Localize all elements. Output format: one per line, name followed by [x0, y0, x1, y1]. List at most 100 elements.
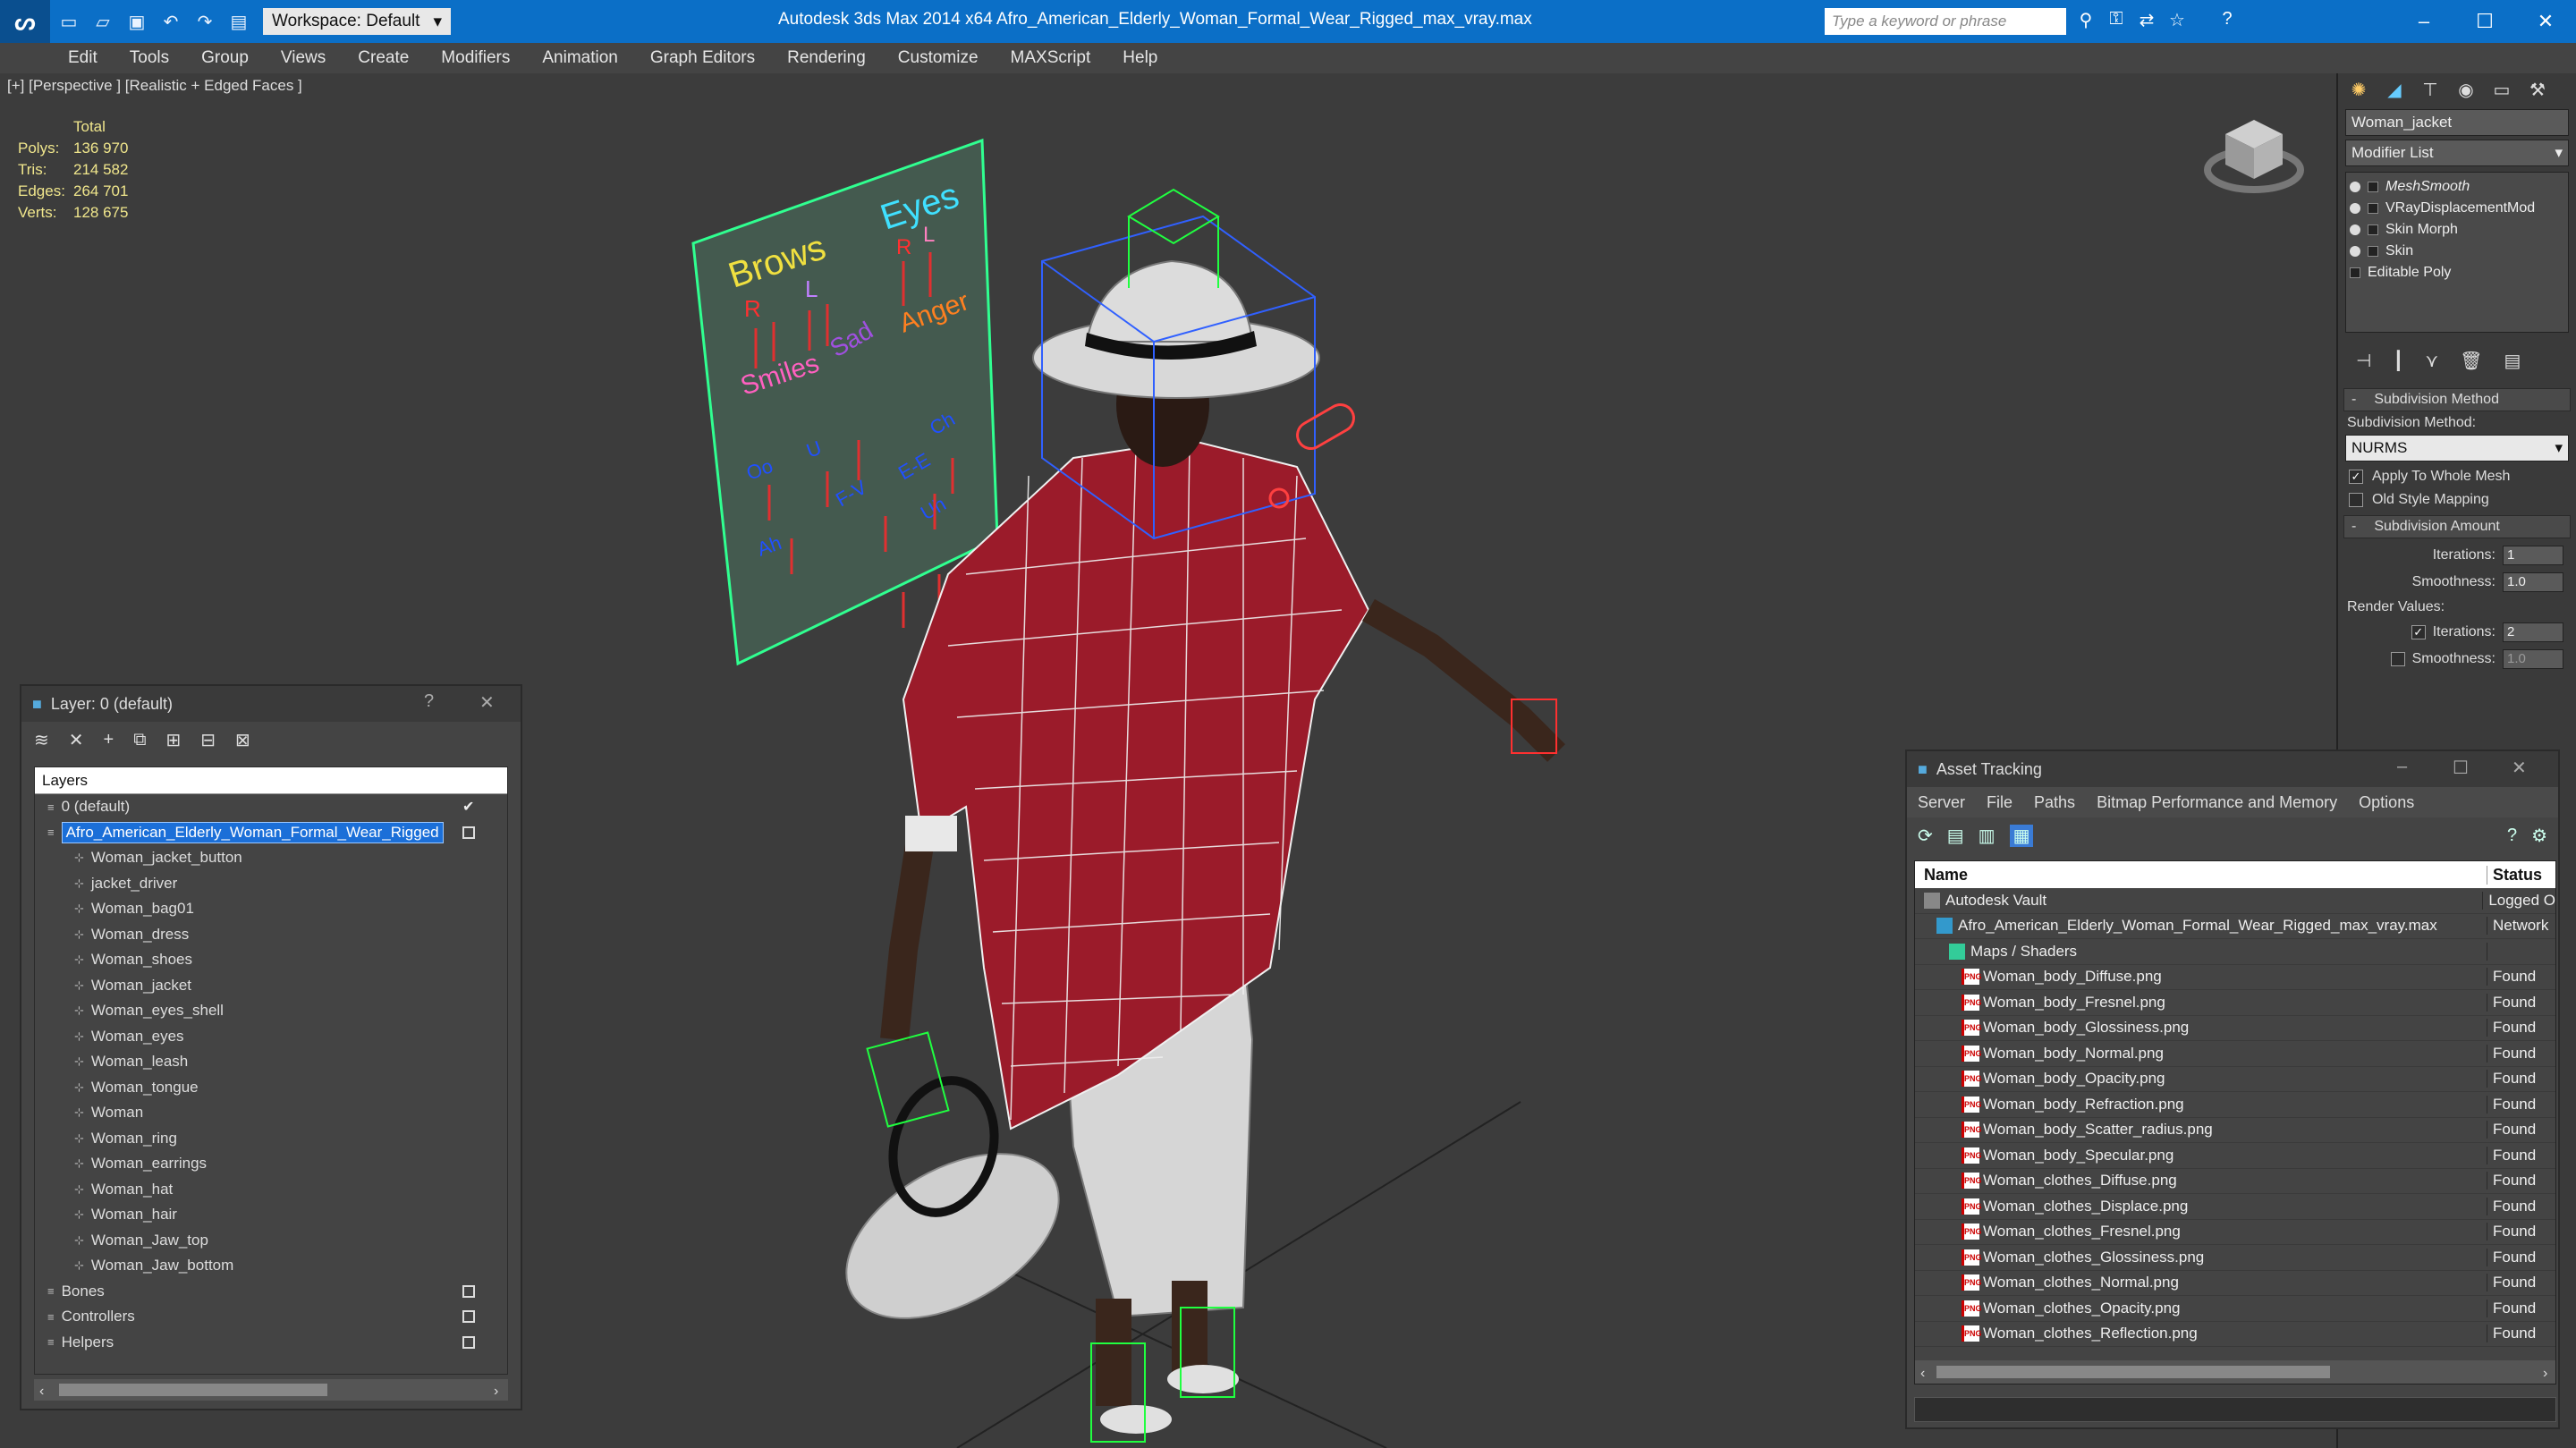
subdivision-method-rollout[interactable]: - Subdivision Method: [2343, 388, 2571, 411]
modifier-list-dropdown[interactable]: Modifier List ▾: [2345, 140, 2569, 166]
menu-rendering[interactable]: Rendering: [771, 48, 882, 68]
asset-row[interactable]: PNG Woman_clothes_Reflection.png Found: [1915, 1322, 2555, 1347]
key-icon[interactable]: ⚿: [2104, 9, 2129, 34]
layer-row[interactable]: ⊹ jacket_driver: [35, 871, 507, 897]
layer-row[interactable]: ⊹ Woman_Jaw_top: [35, 1228, 507, 1254]
asset-row[interactable]: PNG Woman_clothes_Diffuse.png Found: [1915, 1169, 2555, 1194]
lightbulb-icon[interactable]: [2350, 182, 2360, 192]
layer-row[interactable]: ⊹ Woman_shoes: [35, 947, 507, 973]
asset-dialog-titlebar[interactable]: ■ Asset Tracking – ☐ ✕: [1907, 751, 2558, 787]
asset-row[interactable]: PNG Woman_clothes_Normal.png Found: [1915, 1271, 2555, 1296]
list-view-icon[interactable]: ▤: [1947, 825, 1964, 847]
smoothness-spinner[interactable]: 1.0: [2503, 572, 2563, 592]
toggle-box[interactable]: [2368, 224, 2378, 235]
layer-row[interactable]: ⊹ Woman_jacket_button: [35, 845, 507, 871]
make-unique-icon[interactable]: ⋎: [2425, 350, 2438, 372]
refresh-icon[interactable]: ⟳: [1918, 825, 1933, 847]
asset-row[interactable]: PNG Woman_body_Glossiness.png Found: [1915, 1016, 2555, 1041]
lightbulb-icon[interactable]: [2350, 203, 2360, 214]
menu-modifiers[interactable]: Modifiers: [425, 48, 526, 68]
binoculars-icon[interactable]: ⚲: [2073, 9, 2098, 34]
asset-row[interactable]: Maps / Shaders: [1915, 939, 2555, 965]
help-icon[interactable]: ?: [2215, 9, 2240, 34]
stack-item-vraydisplacement[interactable]: VRayDisplacementMod: [2350, 198, 2564, 219]
help-icon[interactable]: ?: [424, 691, 434, 712]
asset-row[interactable]: PNG Woman_clothes_Glossiness.png Found: [1915, 1245, 2555, 1271]
asset-row[interactable]: PNG Woman_body_Scatter_radius.png Found: [1915, 1118, 2555, 1143]
hide-all-icon[interactable]: ⊟: [200, 729, 216, 751]
stack-item-skin-morph[interactable]: Skin Morph: [2350, 219, 2564, 241]
render-iterations-checkbox[interactable]: ✓: [2411, 625, 2426, 639]
set-current-layer-box[interactable]: [462, 826, 475, 839]
current-layer-check-icon[interactable]: ✔: [462, 798, 474, 816]
workspace-dropdown[interactable]: Workspace: Default ▾: [263, 8, 451, 35]
stack-item-editable-poly[interactable]: Editable Poly: [2350, 262, 2564, 284]
freeze-all-icon[interactable]: ⊠: [235, 729, 250, 751]
menu-views[interactable]: Views: [265, 48, 342, 68]
menu-tools[interactable]: Tools: [114, 48, 185, 68]
menu-help[interactable]: Help: [1106, 48, 1174, 68]
minimize-icon[interactable]: –: [2397, 757, 2407, 777]
options-icon[interactable]: ⚙: [2531, 825, 2547, 847]
maximize-icon[interactable]: ☐: [2453, 757, 2469, 779]
layer-row[interactable]: ⊹ Woman_leash: [35, 1049, 507, 1075]
layer-row[interactable]: ⊹ Woman_eyes_shell: [35, 998, 507, 1024]
hierarchy-tab-icon[interactable]: ⊤: [2415, 76, 2445, 103]
open-file-icon[interactable]: ▱: [88, 8, 118, 35]
status-column-header[interactable]: Status: [2487, 866, 2542, 885]
apply-whole-mesh-row[interactable]: ✓ Apply To Whole Mesh: [2349, 469, 2565, 485]
set-current-layer-box[interactable]: [462, 1335, 475, 1349]
render-smoothness-spinner[interactable]: 1.0: [2503, 649, 2563, 669]
layers-icon[interactable]: ≋: [34, 729, 49, 751]
motion-tab-icon[interactable]: ◉: [2451, 76, 2481, 103]
lightbulb-icon[interactable]: [2350, 224, 2360, 235]
project-folder-icon[interactable]: ▤: [224, 8, 254, 35]
modify-tab-icon[interactable]: ◢: [2379, 76, 2410, 103]
asset-row[interactable]: PNG Woman_clothes_Opacity.png Found: [1915, 1296, 2555, 1322]
redo-icon[interactable]: ↷: [190, 8, 220, 35]
asset-row[interactable]: PNG Woman_body_Specular.png Found: [1915, 1143, 2555, 1169]
utilities-tab-icon[interactable]: ⚒: [2522, 76, 2553, 103]
highlight-layer-icon[interactable]: ⊞: [166, 729, 182, 751]
close-icon[interactable]: ✕: [479, 691, 495, 714]
bag-mesh[interactable]: [818, 1120, 1087, 1352]
layer-row[interactable]: ⊹ Woman_jacket: [35, 973, 507, 999]
menu-customize[interactable]: Customize: [882, 48, 995, 68]
layer-row[interactable]: ⊹ Woman_hat: [35, 1177, 507, 1203]
render-iterations-spinner[interactable]: 2: [2503, 622, 2563, 642]
viewport-label[interactable]: [+] [Perspective ] [Realistic + Edged Fa…: [7, 77, 302, 95]
layer-row[interactable]: ⊹ Woman_ring: [35, 1126, 507, 1152]
undo-icon[interactable]: ↶: [156, 8, 186, 35]
asset-row[interactable]: PNG Woman_body_Fresnel.png Found: [1915, 990, 2555, 1016]
asset-menu-options[interactable]: Options: [2348, 793, 2425, 812]
stack-item-skin[interactable]: Skin: [2350, 241, 2564, 262]
layers-column-header[interactable]: Layers: [35, 767, 507, 794]
old-style-mapping-row[interactable]: Old Style Mapping: [2349, 492, 2565, 508]
details-view-icon[interactable]: ▥: [1979, 825, 1996, 847]
menu-create[interactable]: Create: [342, 48, 425, 68]
object-name-field[interactable]: Woman_jacket: [2345, 109, 2569, 136]
menu-graph-editors[interactable]: Graph Editors: [634, 48, 771, 68]
search-input[interactable]: Type a keyword or phrase: [1825, 8, 2066, 35]
render-smoothness-checkbox[interactable]: [2390, 652, 2405, 666]
close-button[interactable]: ✕: [2519, 5, 2572, 38]
toggle-box[interactable]: [2368, 246, 2378, 257]
create-tab-icon[interactable]: ✺: [2343, 76, 2374, 103]
toggle-box[interactable]: [2350, 267, 2360, 278]
stack-item-meshsmooth[interactable]: MeshSmooth: [2350, 176, 2564, 198]
exchange-icon[interactable]: ⇄: [2134, 9, 2159, 34]
name-column-header[interactable]: Name: [1915, 865, 2487, 885]
asset-path-field[interactable]: [1914, 1397, 2556, 1422]
layer-row[interactable]: ⊹ Woman_Jaw_bottom: [35, 1253, 507, 1279]
viewcube-icon[interactable]: [2200, 109, 2308, 199]
layer-row[interactable]: ≡ Controllers: [35, 1304, 507, 1330]
layer-row[interactable]: ⊹ Woman_hair: [35, 1202, 507, 1228]
save-icon[interactable]: ▣: [122, 8, 152, 35]
asset-row[interactable]: PNG Woman_body_Normal.png Found: [1915, 1041, 2555, 1067]
asset-row[interactable]: PNG Woman_body_Diffuse.png Found: [1915, 965, 2555, 990]
asset-row[interactable]: Autodesk Vault Logged O: [1915, 888, 2555, 914]
old-style-mapping-checkbox[interactable]: [2349, 493, 2363, 507]
jaw-control[interactable]: [1292, 400, 1359, 453]
layer-row[interactable]: ≡ Bones: [35, 1279, 507, 1305]
menu-animation[interactable]: Animation: [526, 48, 634, 68]
